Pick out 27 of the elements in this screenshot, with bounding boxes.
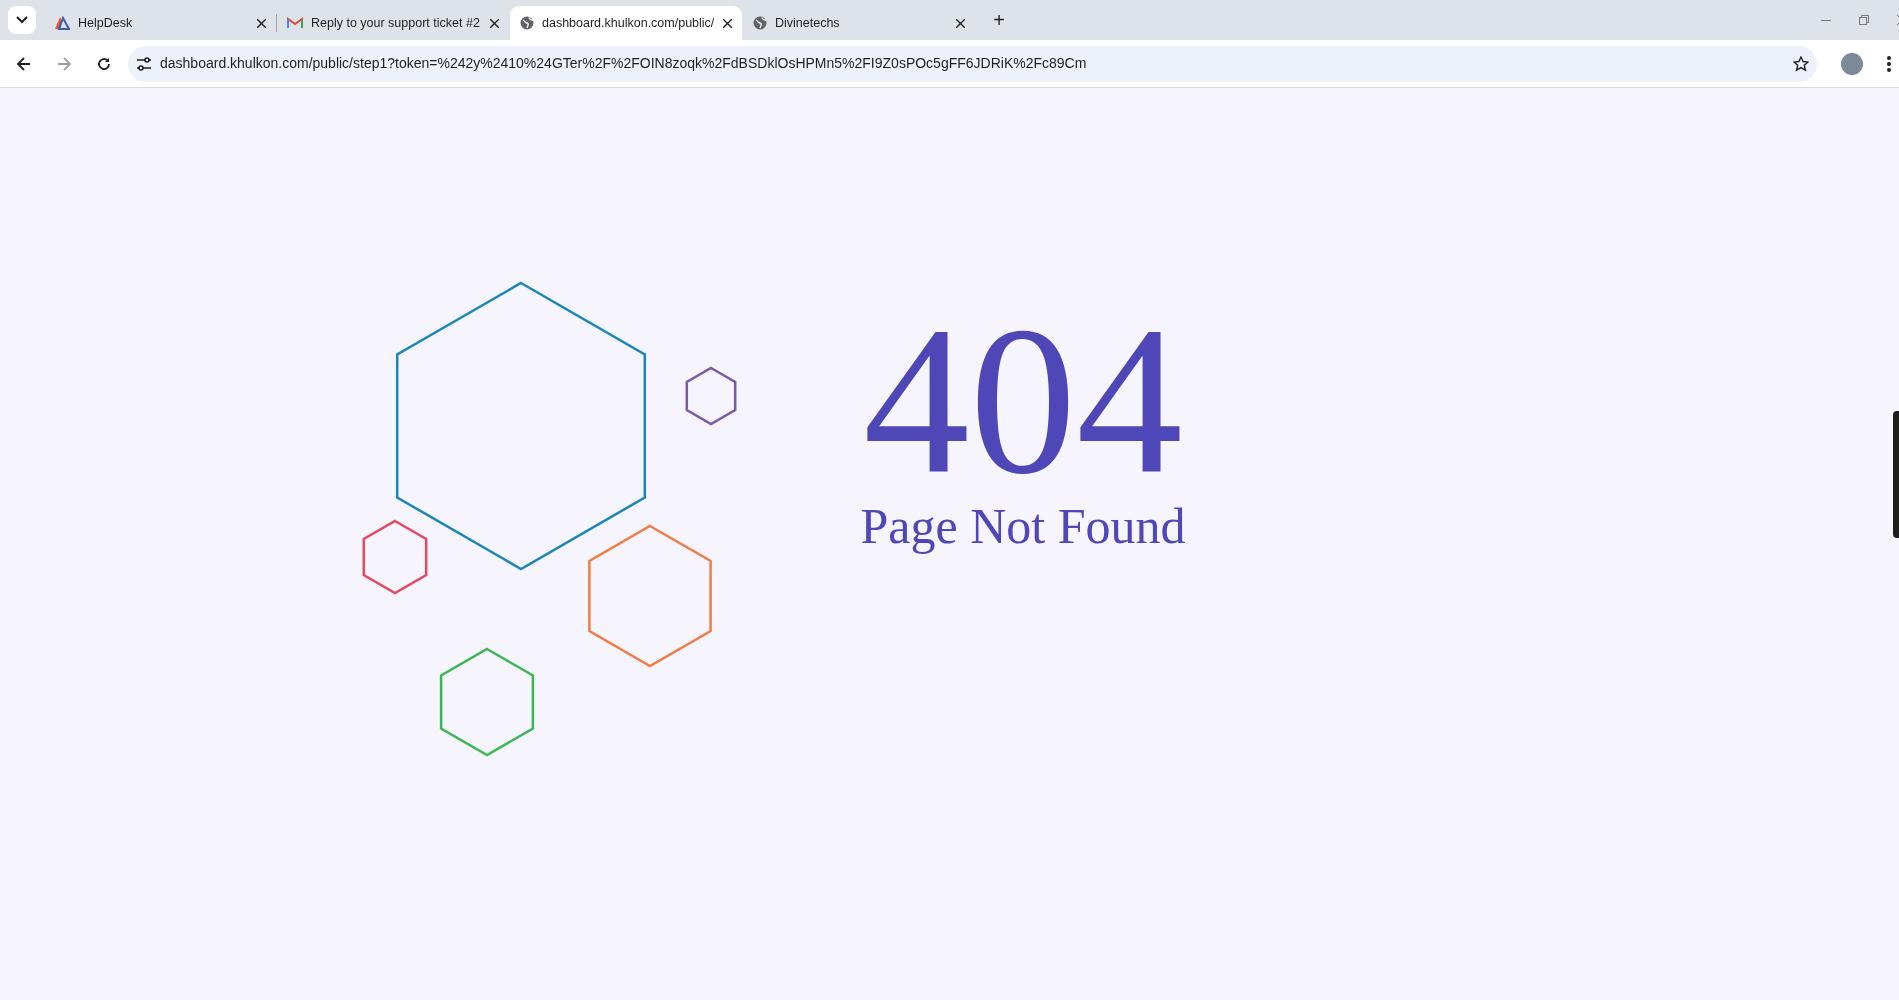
site-settings-icon[interactable] xyxy=(136,56,152,71)
chevron-down-icon xyxy=(16,16,28,24)
browser-tab[interactable]: Divinetechs xyxy=(743,6,975,40)
mail-icon xyxy=(287,17,303,29)
close-icon[interactable] xyxy=(257,18,266,28)
url-text: dashboard.khulkon.com/public/step1?token=%242y%2410%24GTer%2F%2FOIN8zoqk%2FdBSDklOsHPMn5%2FI9Z0sPOc5gFF6JDRiK%2Fc89Cm xyxy=(160,54,1088,73)
browser-tab[interactable]: dashboard.khulkon.com/public/ xyxy=(510,6,742,40)
error-code: 404 xyxy=(863,294,1183,507)
profile-avatar[interactable] xyxy=(1841,52,1863,75)
close-icon[interactable] xyxy=(723,18,732,28)
globe-icon xyxy=(753,16,767,30)
address-bar[interactable]: dashboard.khulkon.com/public/step1?token=%242y%2410%24GTer%2F%2FOIN8zoqk%2FdBSDklOsHPMn5%2FI9Z0sPOc5gFF6JDRiK%2Fc89Cm xyxy=(128,45,1817,82)
browser-tab[interactable]: Reply to your support ticket #2 xyxy=(277,6,509,40)
tab-search-button[interactable] xyxy=(8,6,36,34)
new-tab-button[interactable]: + xyxy=(983,4,1015,36)
triangle-logo-icon xyxy=(54,16,70,30)
globe-icon xyxy=(520,16,534,30)
close-icon[interactable] xyxy=(956,18,965,28)
bookmark-star-icon[interactable] xyxy=(1793,55,1809,72)
close-icon[interactable] xyxy=(490,18,499,28)
restore-icon[interactable] xyxy=(1859,15,1869,25)
minimize-icon[interactable] xyxy=(1821,19,1831,21)
menu-icon[interactable] xyxy=(1887,55,1891,72)
back-arrow-icon xyxy=(17,56,31,71)
forward-arrow-icon xyxy=(57,56,71,71)
reload-icon xyxy=(97,56,111,71)
browser-tab[interactable]: HelpDesk xyxy=(44,6,276,40)
